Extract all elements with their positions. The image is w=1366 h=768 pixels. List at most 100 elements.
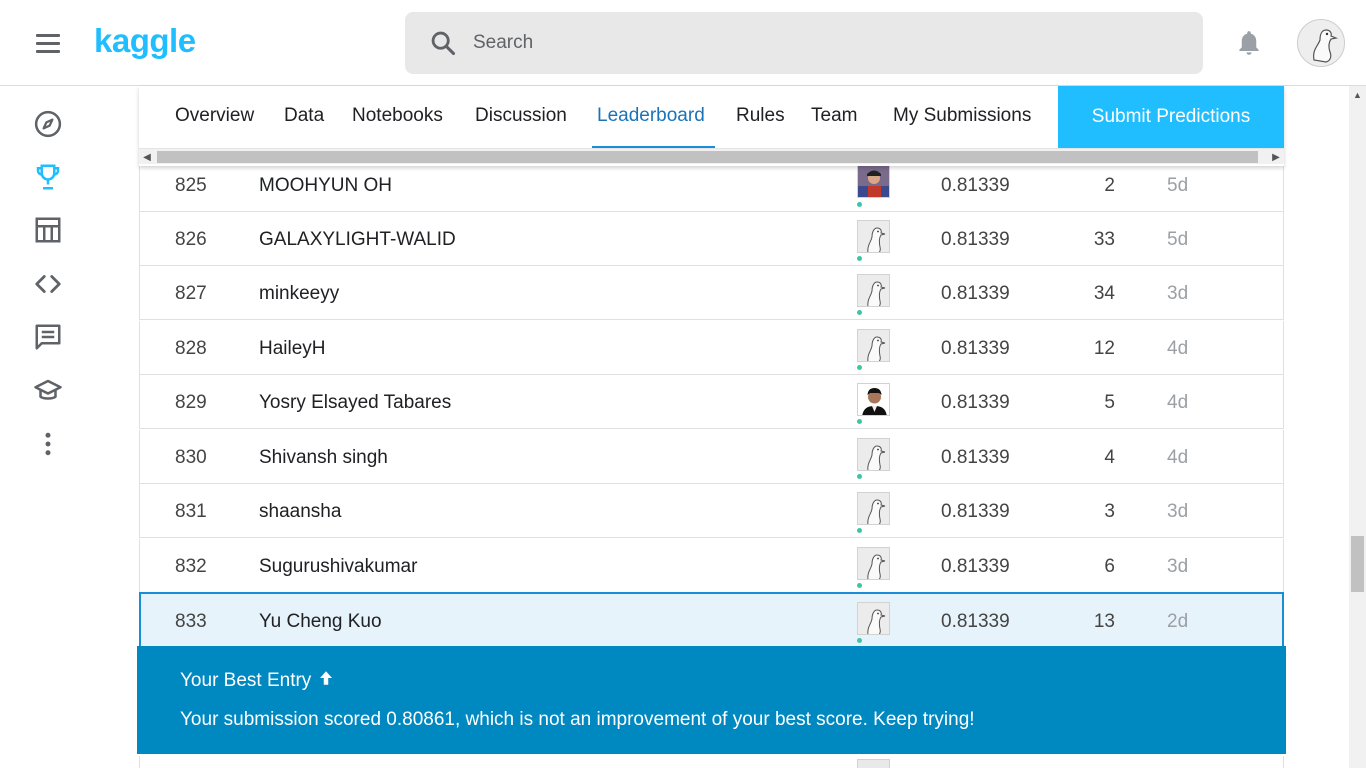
last-submission: 4d bbox=[1167, 392, 1189, 413]
last-submission: 5d bbox=[1167, 229, 1189, 250]
search-bar[interactable] bbox=[405, 12, 1203, 74]
score: 0.81339 bbox=[941, 283, 1010, 304]
status-dot bbox=[857, 310, 862, 315]
rank: 830 bbox=[175, 447, 207, 468]
compass-icon[interactable] bbox=[32, 108, 64, 140]
rank: 825 bbox=[175, 175, 207, 196]
banner-title[interactable]: Your Best Entry bbox=[180, 669, 335, 693]
entries-count: 33 bbox=[1093, 229, 1115, 250]
status-dot bbox=[857, 202, 862, 207]
table-row-current-user[interactable]: 833 Yu Cheng Kuo 0.81339 13 2d bbox=[139, 592, 1284, 648]
user-avatar[interactable] bbox=[1297, 19, 1345, 67]
rank: 827 bbox=[175, 283, 207, 304]
status-dot bbox=[857, 638, 862, 643]
team-name[interactable]: Shivansh singh bbox=[259, 447, 388, 469]
tab-discussion[interactable]: Discussion bbox=[475, 105, 567, 127]
code-icon[interactable] bbox=[32, 268, 64, 300]
entries-count: 4 bbox=[1104, 447, 1115, 468]
scroll-left-arrow-icon[interactable]: ◀ bbox=[139, 149, 155, 165]
team-member-avatar[interactable] bbox=[857, 602, 890, 635]
last-submission: 5d bbox=[1167, 175, 1189, 196]
submit-predictions-button[interactable]: Submit Predictions bbox=[1058, 86, 1284, 148]
table-row[interactable] bbox=[139, 756, 1284, 768]
team-name[interactable]: Yu Cheng Kuo bbox=[259, 611, 382, 633]
score: 0.81339 bbox=[941, 611, 1010, 632]
team-member-avatar[interactable] bbox=[857, 547, 890, 580]
team-member-avatar[interactable] bbox=[857, 220, 890, 253]
submission-result-banner: Your Best Entry Your submission scored 0… bbox=[137, 646, 1286, 754]
team-name[interactable]: shaansha bbox=[259, 501, 341, 523]
search-icon bbox=[429, 29, 457, 62]
last-submission: 4d bbox=[1167, 447, 1189, 468]
team-member-avatar[interactable] bbox=[857, 492, 890, 525]
table-row[interactable]: 830 Shivansh singh 0.81339 4 4d bbox=[139, 430, 1284, 484]
entries-count: 2 bbox=[1104, 175, 1115, 196]
team-name[interactable]: HaileyH bbox=[259, 338, 326, 360]
scroll-up-arrow-icon[interactable]: ▲ bbox=[1349, 86, 1366, 103]
status-dot bbox=[857, 256, 862, 261]
search-input[interactable] bbox=[473, 26, 1173, 60]
tabs-horizontal-scrollbar[interactable]: ◀ ▶ bbox=[139, 148, 1284, 164]
team-member-avatar[interactable] bbox=[857, 329, 890, 362]
status-dot bbox=[857, 474, 862, 479]
team-member-avatar[interactable] bbox=[857, 438, 890, 471]
score: 0.81339 bbox=[941, 229, 1010, 250]
team-name[interactable]: minkeeyy bbox=[259, 283, 339, 305]
top-bar: kaggle bbox=[0, 0, 1366, 86]
page-vertical-scrollbar[interactable]: ▲ bbox=[1349, 86, 1366, 768]
scrollbar-thumb[interactable] bbox=[1351, 536, 1364, 592]
table-row[interactable]: 832 Sugurushivakumar 0.81339 6 3d bbox=[139, 539, 1284, 593]
scrollbar-thumb[interactable] bbox=[157, 151, 1258, 163]
team-name[interactable]: Yosry Elsayed Tabares bbox=[259, 392, 451, 414]
rank: 828 bbox=[175, 338, 207, 359]
team-member-avatar[interactable] bbox=[857, 165, 890, 198]
comment-icon[interactable] bbox=[32, 321, 64, 353]
more-vertical-icon[interactable] bbox=[32, 428, 64, 460]
table-row[interactable]: 827 minkeeyy 0.81339 34 3d bbox=[139, 266, 1284, 320]
rank: 831 bbox=[175, 501, 207, 522]
team-name[interactable]: Sugurushivakumar bbox=[259, 556, 417, 578]
score: 0.81339 bbox=[941, 501, 1010, 522]
graduation-cap-icon[interactable] bbox=[32, 375, 64, 407]
competition-tabs: Overview Data Notebooks Discussion Leade… bbox=[139, 86, 1284, 166]
score: 0.81339 bbox=[941, 447, 1010, 468]
table-row[interactable]: 826 GALAXYLIGHT-WALID 0.81339 33 5d bbox=[139, 212, 1284, 266]
left-nav-rail bbox=[0, 86, 96, 768]
tab-notebooks[interactable]: Notebooks bbox=[352, 105, 443, 127]
banner-message: Your submission scored 0.80861, which is… bbox=[180, 709, 975, 730]
trophy-icon[interactable] bbox=[32, 161, 64, 193]
last-submission: 4d bbox=[1167, 338, 1189, 359]
table-row[interactable]: 831 shaansha 0.81339 3 3d bbox=[139, 484, 1284, 538]
team-name[interactable]: GALAXYLIGHT-WALID bbox=[259, 229, 456, 251]
team-member-avatar[interactable] bbox=[857, 274, 890, 307]
score: 0.81339 bbox=[941, 392, 1010, 413]
tab-rules[interactable]: Rules bbox=[736, 105, 785, 127]
team-member-avatar[interactable] bbox=[857, 383, 890, 416]
rank: 826 bbox=[175, 229, 207, 250]
entries-count: 3 bbox=[1104, 501, 1115, 522]
notification-bell-icon[interactable] bbox=[1234, 28, 1264, 63]
rank: 829 bbox=[175, 392, 207, 413]
rank: 832 bbox=[175, 556, 207, 577]
kaggle-logo[interactable]: kaggle bbox=[94, 22, 196, 60]
entries-count: 12 bbox=[1093, 338, 1115, 359]
menu-icon[interactable] bbox=[34, 31, 62, 55]
table-row[interactable]: 825 MOOHYUN OH 0.81339 2 5d bbox=[139, 158, 1284, 212]
last-submission: 2d bbox=[1167, 611, 1189, 632]
status-dot bbox=[857, 365, 862, 370]
table-row[interactable]: 828 HaileyH 0.81339 12 4d bbox=[139, 321, 1284, 375]
entries-count: 13 bbox=[1093, 611, 1115, 632]
tab-data[interactable]: Data bbox=[284, 105, 324, 127]
table-icon[interactable] bbox=[32, 214, 64, 246]
table-row[interactable]: 829 Yosry Elsayed Tabares 0.81339 5 4d bbox=[139, 375, 1284, 429]
status-dot bbox=[857, 419, 862, 424]
scroll-right-arrow-icon[interactable]: ▶ bbox=[1268, 149, 1284, 165]
tab-leaderboard[interactable]: Leaderboard bbox=[597, 105, 705, 127]
status-dot bbox=[857, 528, 862, 533]
tab-overview[interactable]: Overview bbox=[175, 105, 254, 127]
last-submission: 3d bbox=[1167, 556, 1189, 577]
tab-my-submissions[interactable]: My Submissions bbox=[893, 105, 1031, 127]
score: 0.81339 bbox=[941, 338, 1010, 359]
tab-team[interactable]: Team bbox=[811, 105, 857, 127]
team-name[interactable]: MOOHYUN OH bbox=[259, 175, 392, 197]
